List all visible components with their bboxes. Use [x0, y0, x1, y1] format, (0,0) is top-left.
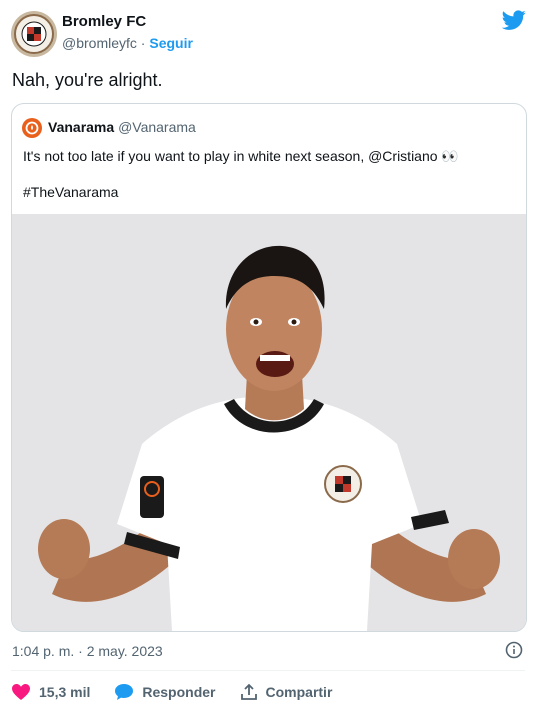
reply-button[interactable]: Responder [114, 683, 216, 701]
share-button[interactable]: Compartir [240, 683, 333, 701]
heart-icon [12, 684, 30, 700]
quote-author[interactable]: Vanarama @Vanarama [48, 119, 196, 135]
handle-line: @bromleyfc · Seguir [62, 35, 193, 51]
like-count: 15,3 mil [39, 684, 91, 700]
divider [11, 670, 525, 671]
vanarama-logo-icon [25, 121, 39, 135]
quote-tweet-card[interactable]: Vanarama @Vanarama It's not too late if … [11, 103, 527, 632]
follow-button[interactable]: Seguir [149, 35, 193, 51]
handle[interactable]: @bromleyfc [62, 35, 137, 51]
share-label: Compartir [265, 684, 333, 700]
timestamp[interactable]: 1:04 p. m. · 2 may. 2023 [12, 643, 163, 659]
separator: · [140, 35, 146, 51]
like-button[interactable]: 15,3 mil [11, 683, 90, 701]
twitter-bird-icon[interactable] [502, 8, 526, 32]
speech-bubble-icon [115, 684, 134, 700]
bromley-crest-icon [14, 14, 54, 54]
quote-avatar[interactable] [22, 118, 42, 138]
share-icon [240, 683, 257, 700]
action-bar: 15,3 mil Responder Compartir [11, 680, 356, 704]
quote-handle[interactable]: @Vanarama [118, 119, 196, 135]
info-icon[interactable] [505, 641, 523, 659]
reply-label: Responder [142, 684, 216, 700]
avatar[interactable] [11, 11, 57, 57]
player-illustration [12, 214, 526, 631]
player-photo[interactable] [12, 214, 526, 631]
display-name[interactable]: Bromley FC [62, 13, 146, 30]
quote-text: It's not too late if you want to play in… [23, 148, 459, 164]
quote-hashtag[interactable]: #TheVanarama [23, 184, 118, 200]
tweet-text: Nah, you're alright. [12, 70, 163, 90]
quote-display-name[interactable]: Vanarama [48, 119, 114, 135]
